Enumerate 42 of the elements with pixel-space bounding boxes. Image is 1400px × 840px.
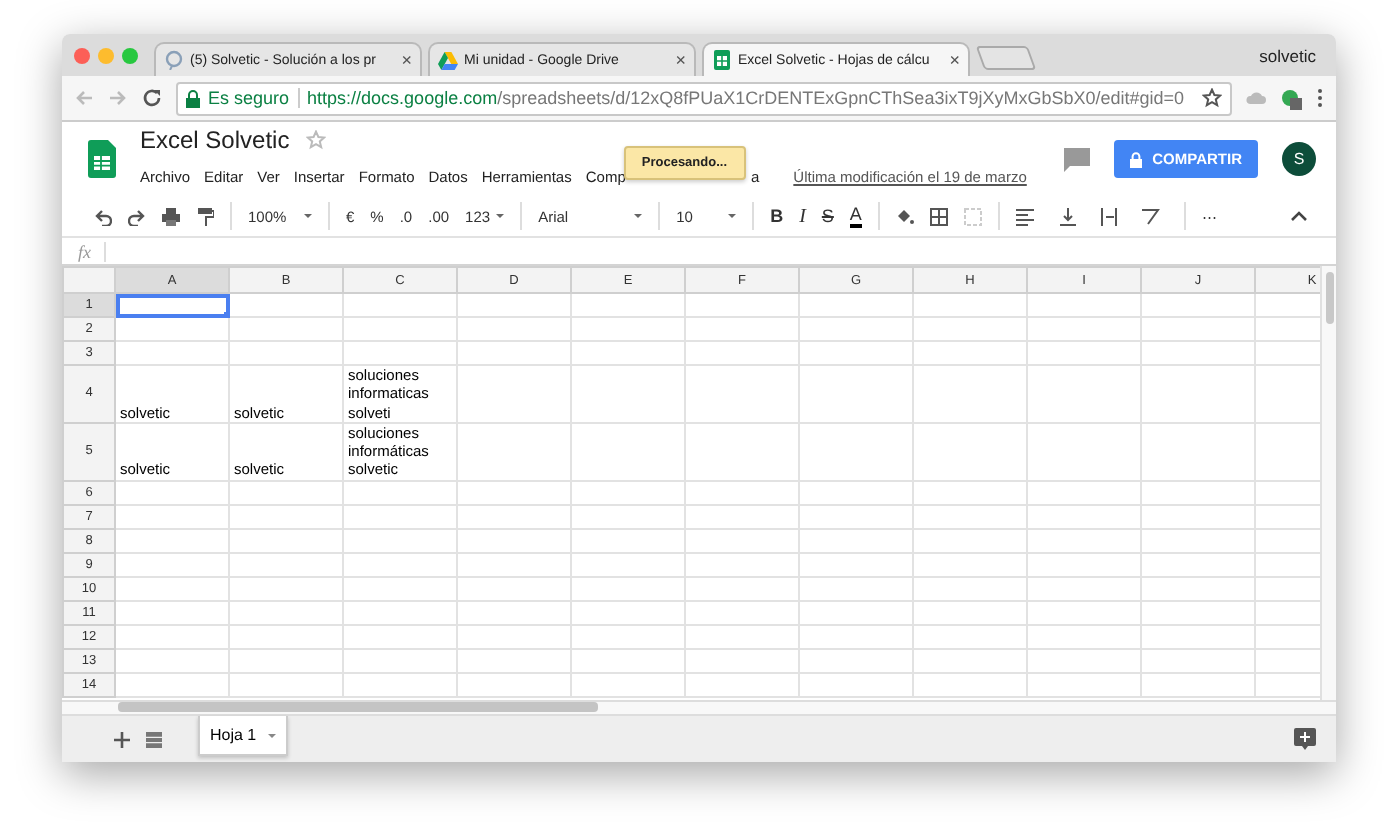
- lock-icon: [186, 89, 200, 107]
- paint-format-icon[interactable]: [196, 207, 214, 225]
- star-icon[interactable]: [305, 129, 326, 149]
- strikethrough-button[interactable]: S: [821, 206, 834, 226]
- url-host: https://docs.google.com: [307, 88, 498, 108]
- close-tab-button[interactable]: ×: [401, 50, 412, 70]
- sheets-logo-icon[interactable]: [88, 140, 116, 178]
- text-color-button[interactable]: A: [849, 205, 862, 227]
- speech-bubble-icon: [164, 50, 184, 70]
- horizontal-scrollbar[interactable]: [62, 700, 1336, 716]
- formula-label: fx: [78, 241, 105, 261]
- close-tab-button[interactable]: ×: [675, 50, 686, 70]
- avatar[interactable]: S: [1282, 142, 1316, 176]
- security-label: Es seguro: [208, 88, 290, 108]
- profile-name[interactable]: solvetic: [1259, 45, 1316, 65]
- collapse-icon[interactable]: [1290, 210, 1308, 222]
- vertical-scrollbar[interactable]: [1320, 266, 1336, 700]
- borders-icon[interactable]: [929, 207, 948, 225]
- undo-icon[interactable]: [94, 207, 112, 225]
- close-tab-button[interactable]: ×: [949, 50, 960, 70]
- fill-color-icon[interactable]: [895, 207, 914, 225]
- address-bar[interactable]: Es seguro https://docs.google.com/spreadsheets/d/12xQ8fPUaX1CrDENTExGpnCThSea3ixT9jXyMxGbSbX0/edit#gid=0: [176, 81, 1232, 115]
- sheet-list-icon[interactable]: [146, 732, 162, 748]
- bold-button[interactable]: B: [770, 206, 784, 226]
- print-icon[interactable]: [162, 207, 180, 225]
- document-title[interactable]: Excel Solvetic: [140, 125, 290, 153]
- comment-icon[interactable]: [1064, 147, 1091, 171]
- menu-icon[interactable]: [1316, 88, 1324, 108]
- explore-icon[interactable]: [1294, 728, 1316, 750]
- url-path: /spreadsheets/d/12xQ8fPUaX1CrDENTExGpnCThSea3ixT9jXyMxGbSbX0/edit#gid=0: [497, 88, 1185, 108]
- triangle-logo-icon: [438, 50, 458, 70]
- redo-icon[interactable]: [128, 207, 146, 225]
- sheet-tab[interactable]: Hoja 1: [198, 716, 289, 756]
- italic-button[interactable]: I: [799, 205, 806, 227]
- selected-cell[interactable]: [115, 293, 229, 317]
- extension-icon[interactable]: [1280, 87, 1302, 109]
- sheet-icon: [712, 50, 732, 70]
- lock-icon: [1130, 151, 1143, 167]
- add-sheet-icon[interactable]: [114, 732, 130, 748]
- star-icon[interactable]: [1202, 88, 1222, 108]
- merge-cells-icon[interactable]: [963, 207, 982, 225]
- reload-icon[interactable]: [142, 88, 162, 108]
